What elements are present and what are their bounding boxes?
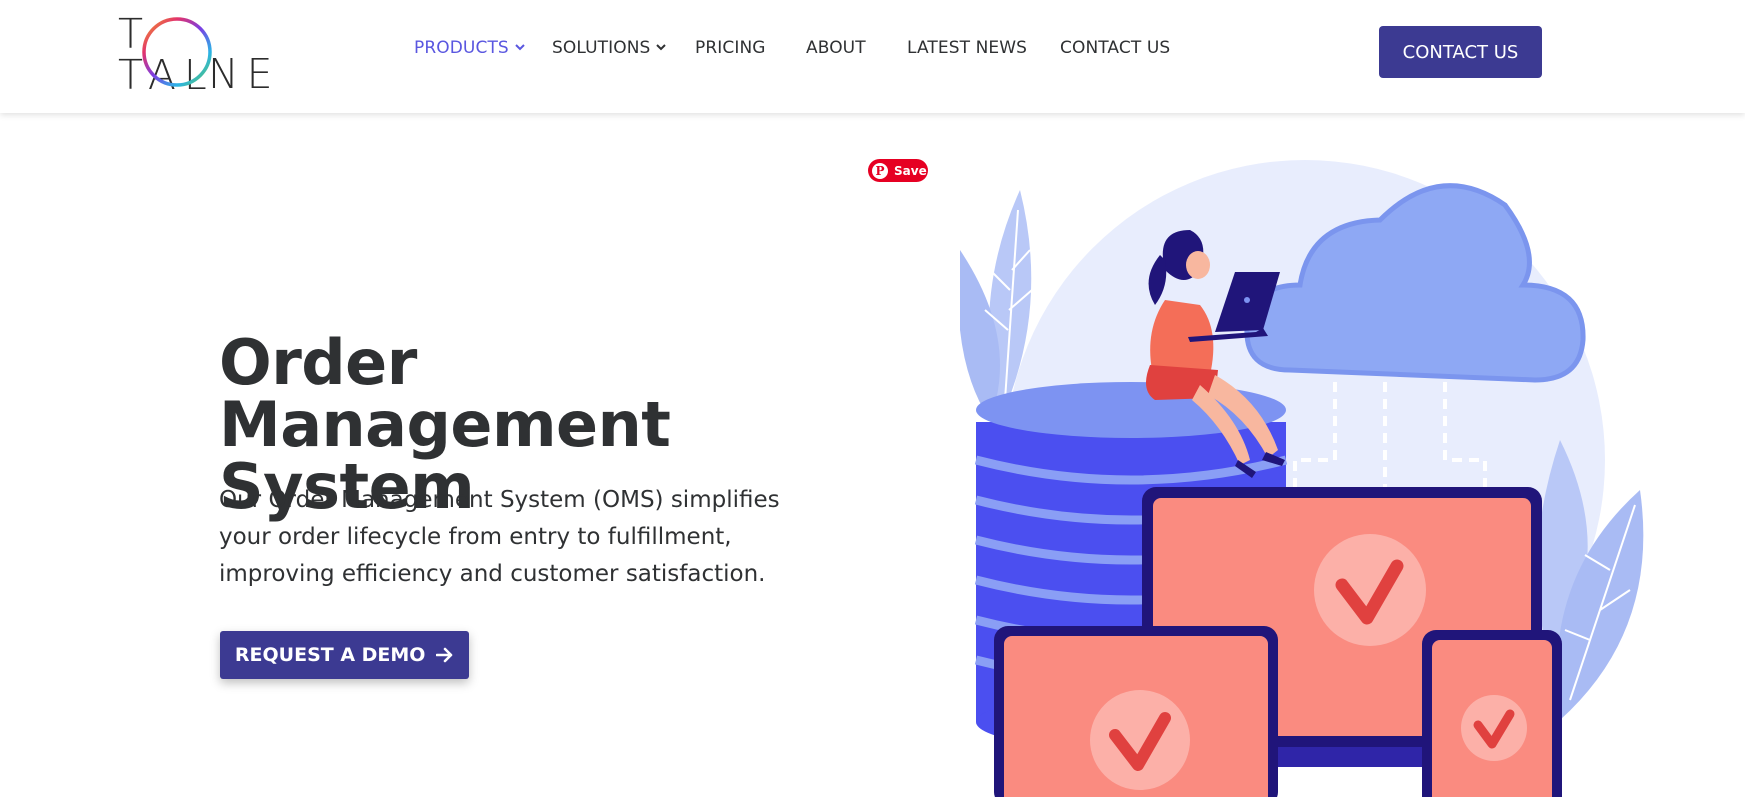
- request-demo-label: REQUEST A DEMO: [234, 644, 426, 666]
- nav-item-about[interactable]: ABOUT: [806, 38, 866, 58]
- pinterest-icon: P: [872, 162, 888, 179]
- nav-item-contact-us[interactable]: CONTACT US: [1060, 38, 1170, 58]
- chevron-down-icon: [515, 44, 525, 51]
- total-one-logo[interactable]: TTAL NE: [118, 14, 293, 96]
- phone-device: [1422, 630, 1562, 797]
- nav-label: LATEST NEWS: [907, 38, 1028, 58]
- nav-item-products[interactable]: PRODUCTS: [414, 38, 525, 58]
- tablet-device: [994, 626, 1278, 797]
- nav-label: CONTACT US: [1060, 38, 1171, 58]
- pinterest-save-button[interactable]: P Save: [868, 159, 928, 182]
- nav-label: PRICING: [695, 38, 766, 58]
- hero-description: Our Order Management System (OMS) simpli…: [219, 487, 780, 587]
- pinterest-save-label: Save: [894, 163, 927, 178]
- request-demo-button[interactable]: REQUEST A DEMO: [220, 631, 469, 679]
- logo-text-line2: NE: [208, 50, 281, 98]
- nav-item-solutions[interactable]: SOLUTIONS: [552, 38, 667, 58]
- chevron-down-icon: [656, 44, 667, 51]
- site-header: TTAL NE PRODUCTS SOLUTIONS PRICING ABOUT…: [0, 0, 1745, 113]
- nav-item-pricing[interactable]: PRICING: [695, 38, 766, 58]
- hero-illustration: [960, 160, 1644, 797]
- nav-label: PRODUCTS: [414, 38, 509, 58]
- arrow-right-icon: [435, 647, 453, 663]
- nav-label: ABOUT: [806, 38, 866, 58]
- logo-ring-icon: [142, 17, 212, 87]
- nav-label: SOLUTIONS: [552, 38, 651, 58]
- nav-item-latest-news[interactable]: LATEST NEWS: [907, 38, 1027, 58]
- contact-us-button[interactable]: CONTACT US: [1379, 26, 1542, 78]
